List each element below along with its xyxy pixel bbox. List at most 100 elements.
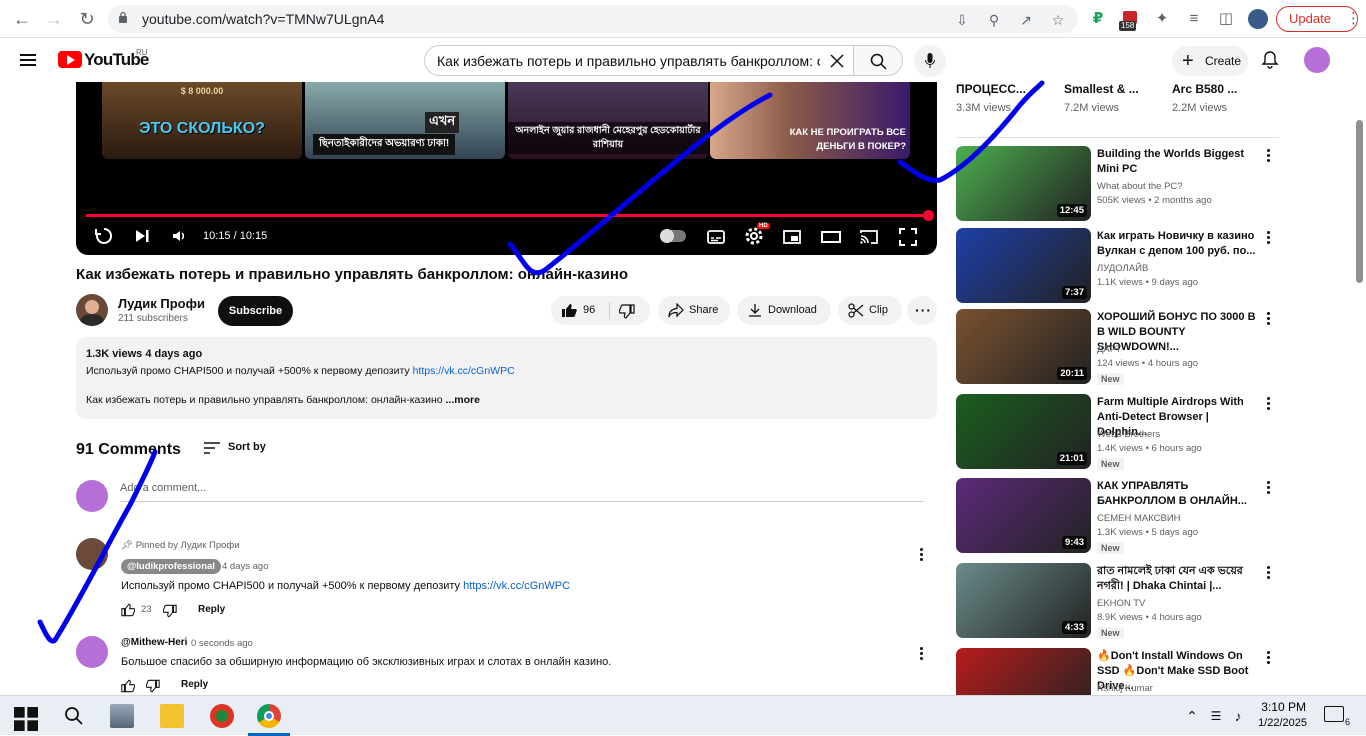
video-menu-icon[interactable]	[1262, 311, 1274, 327]
related-top-title[interactable]: Arc B580 ...	[1172, 82, 1237, 96]
clear-search-icon[interactable]	[827, 51, 847, 71]
related-video-channel[interactable]: What about the PC?	[1097, 181, 1183, 192]
related-video-channel[interactable]: СЕМЕН МАКСВИН	[1097, 513, 1181, 524]
subtitles-icon[interactable]	[706, 227, 726, 247]
comment-menu-icon[interactable]	[915, 646, 927, 662]
description-box[interactable]: 1.3K views 4 days ago Используй промо CH…	[76, 337, 937, 419]
search-box[interactable]	[424, 45, 854, 76]
related-video-channel[interactable]: ДАРТ	[1097, 344, 1121, 355]
comment-avatar[interactable]	[76, 538, 108, 570]
profile-avatar-icon[interactable]	[1248, 9, 1268, 29]
add-comment-input[interactable]: Add a comment...	[120, 482, 924, 502]
address-bar[interactable]: youtube.com/watch?v=TMNw7ULgnA4 ⇩ ⚲ ↗ ☆	[108, 5, 1078, 33]
chrome-menu-icon[interactable]: ⋮	[1346, 9, 1361, 29]
fullscreen-icon[interactable]	[898, 227, 918, 247]
cast-icon[interactable]	[859, 227, 879, 247]
comment-like-icon[interactable]	[121, 603, 135, 617]
related-video-channel[interactable]: ЛУДОЛАЙВ	[1097, 263, 1148, 274]
hamburger-menu-icon[interactable]	[20, 54, 36, 66]
side-panel-icon[interactable]: ◫	[1216, 9, 1236, 29]
taskbar-app-icon[interactable]	[110, 704, 134, 728]
ruble-extension-icon[interactable]: ₽	[1088, 9, 1108, 29]
page-scrollbar[interactable]	[1356, 120, 1363, 283]
comment-time[interactable]: 0 seconds ago	[191, 638, 253, 649]
comment-author-handle[interactable]: @Mithew-Heri	[121, 637, 187, 648]
endscreen-card-3[interactable]: অনলাইন জুয়ার রাজধানী মেহেরপুর হেডকোয়ার…	[508, 82, 708, 159]
comment-menu-icon[interactable]	[915, 547, 927, 563]
search-input[interactable]	[425, 46, 820, 75]
bookmark-star-icon[interactable]: ☆	[1050, 12, 1066, 28]
comment-author-handle[interactable]: @ludikprofessional	[121, 559, 221, 574]
related-video-title[interactable]: ХОРОШИЙ БОНУС ПО 3000 В В WILD BOUNTY SH…	[1097, 310, 1262, 355]
taskbar-app-icon-2[interactable]	[210, 704, 234, 728]
replay-icon[interactable]	[94, 226, 114, 246]
description-link[interactable]: https://vk.cc/cGnWPC	[413, 365, 515, 377]
sort-by-button[interactable]: Sort by	[228, 441, 266, 453]
endscreen-card-2[interactable]: এখন ছিনতাইকারীদের অভয়ারণ্য ঢাকা!	[305, 82, 505, 159]
progress-bar[interactable]	[86, 214, 929, 217]
volume-icon[interactable]	[171, 228, 187, 244]
related-top-title[interactable]: Smallest & ...	[1064, 82, 1139, 96]
reply-button[interactable]: Reply	[181, 679, 208, 690]
url-text[interactable]: youtube.com/watch?v=TMNw7ULgnA4	[142, 11, 384, 27]
related-video-channel[interactable]: Kshitij Kumar	[1097, 683, 1153, 694]
show-more-link[interactable]: ...more	[446, 394, 480, 406]
back-arrow-icon[interactable]: ←	[12, 9, 32, 29]
endscreen-card-1[interactable]: $ 8 000.00 ЭТО СКОЛЬКО?	[102, 82, 302, 159]
notifications-bell-icon[interactable]	[1260, 50, 1280, 70]
zoom-icon[interactable]: ⚲	[986, 12, 1002, 28]
related-video-thumbnail[interactable]: 20:11	[956, 309, 1091, 384]
more-actions-button[interactable]: ···	[907, 296, 937, 325]
comment-link[interactable]: https://vk.cc/cGnWPC	[463, 580, 570, 592]
comment-time[interactable]: 4 days ago	[222, 561, 268, 572]
clip-button[interactable]: Clip	[838, 296, 902, 325]
video-menu-icon[interactable]	[1262, 650, 1274, 666]
reload-icon[interactable]: ↻	[77, 9, 97, 29]
reading-list-icon[interactable]: ≡	[1184, 9, 1204, 29]
related-video-thumbnail[interactable]: 12:45	[956, 146, 1091, 221]
account-avatar[interactable]	[1304, 47, 1330, 73]
theater-mode-icon[interactable]	[821, 227, 841, 247]
dislike-icon[interactable]	[619, 304, 635, 319]
wifi-icon[interactable]: ☰	[1204, 704, 1228, 728]
file-explorer-icon[interactable]	[160, 704, 184, 728]
progress-scrubber[interactable]	[923, 210, 934, 221]
comment-dislike-icon[interactable]	[163, 604, 177, 618]
endscreen-card-4[interactable]: КАК НЕ ПРОИГРАТЬ ВСЕ ДЕНЬГИ В ПОКЕР?	[710, 82, 910, 159]
voice-search-button[interactable]	[914, 45, 946, 77]
autoplay-toggle[interactable]	[660, 229, 686, 243]
video-player[interactable]: $ 8 000.00 ЭТО СКОЛЬКО? এখন ছিনতাইকারীদে…	[76, 82, 937, 255]
notification-center-icon[interactable]: 6	[1324, 706, 1351, 727]
download-button[interactable]: Download	[737, 296, 831, 325]
related-video-thumbnail[interactable]: 21:01	[956, 394, 1091, 469]
create-button[interactable]: + Create	[1172, 46, 1248, 76]
puzzle-extensions-icon[interactable]: ✦	[1152, 9, 1172, 29]
sort-icon[interactable]	[204, 442, 220, 454]
subscribe-button[interactable]: Subscribe	[218, 296, 293, 326]
windows-start-icon[interactable]	[14, 707, 38, 731]
related-video-title[interactable]: КАК УПРАВЛЯТЬ БАНКРОЛЛОМ В ОНЛАЙН...	[1097, 479, 1262, 509]
video-menu-icon[interactable]	[1262, 480, 1274, 496]
chevron-up-icon[interactable]: ⌃	[1180, 704, 1204, 728]
video-menu-icon[interactable]	[1262, 396, 1274, 412]
related-top-title[interactable]: ПРОЦЕСС...	[956, 82, 1026, 96]
taskbar-date[interactable]: 1/22/2025	[1249, 717, 1307, 729]
next-video-icon[interactable]	[134, 228, 150, 244]
chrome-taskbar-icon[interactable]	[257, 704, 281, 728]
related-video-title[interactable]: রাত নামলেই ঢাকা যেন এক ভয়ের নগরী! | Dha…	[1097, 564, 1262, 594]
forward-arrow-icon[interactable]: →	[44, 9, 64, 29]
taskbar-search-icon[interactable]	[62, 704, 86, 728]
speaker-icon[interactable]: ♪	[1226, 704, 1250, 728]
related-video-title[interactable]: Как играть Новичку в казино Вулкан с деп…	[1097, 229, 1262, 259]
share-button[interactable]: Share	[658, 296, 730, 325]
reply-button[interactable]: Reply	[198, 604, 225, 615]
youtube-logo-icon[interactable]	[58, 51, 82, 68]
search-button[interactable]	[853, 45, 903, 76]
miniplayer-icon[interactable]	[782, 227, 802, 247]
related-video-title[interactable]: Building the Worlds Biggest Mini PC	[1097, 147, 1262, 177]
related-video-thumbnail[interactable]: 7:37	[956, 228, 1091, 303]
video-menu-icon[interactable]	[1262, 565, 1274, 581]
share-icon[interactable]: ↗	[1018, 12, 1034, 28]
comment-dislike-icon[interactable]	[146, 679, 160, 693]
like-count[interactable]: 96	[583, 296, 595, 325]
